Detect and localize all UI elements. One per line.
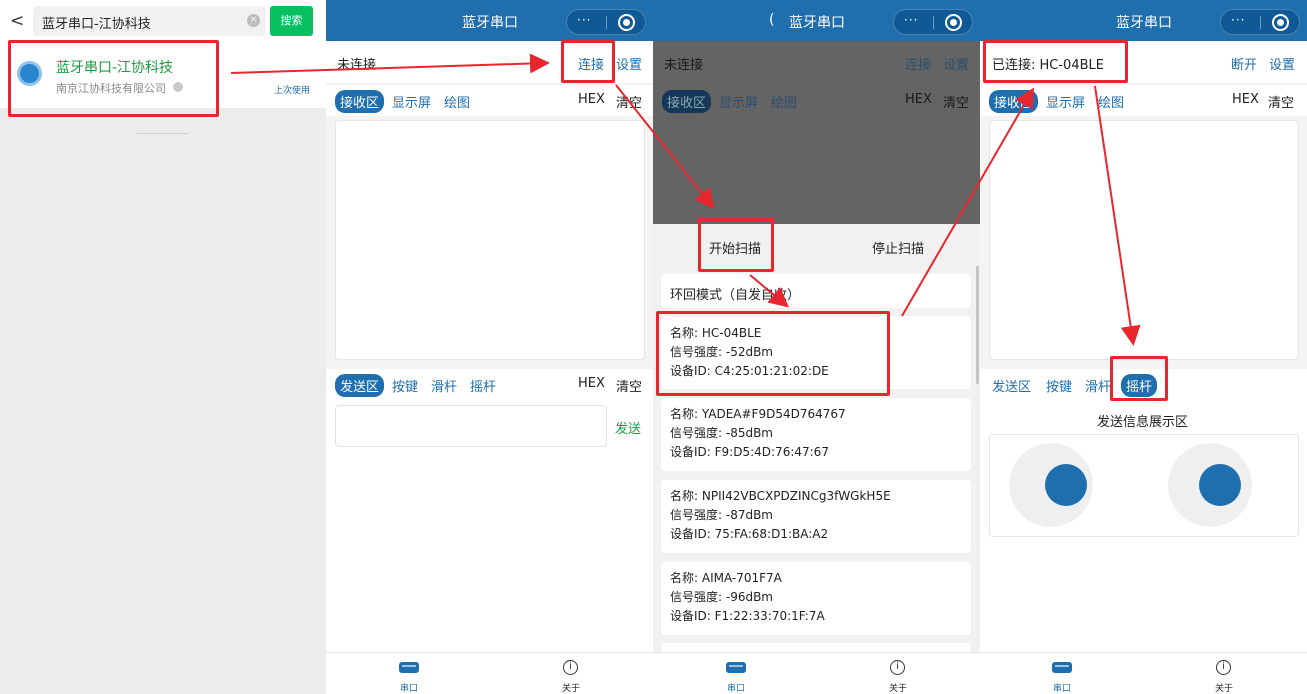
screenshot-root: < 蓝牙串口-江协科技 × 搜索 蓝牙串口-江协科技 南京江协科技有限公司 上次…	[0, 0, 1307, 694]
arrow-scan-to-device	[749, 274, 790, 308]
arrow-connected-to-joystick	[1094, 85, 1141, 346]
arrow-result-to-connect	[230, 53, 550, 74]
arrow-device-to-connected	[901, 87, 1035, 317]
annotation-arrows	[230, 53, 1141, 346]
arrow-connect-to-scan	[615, 84, 715, 210]
